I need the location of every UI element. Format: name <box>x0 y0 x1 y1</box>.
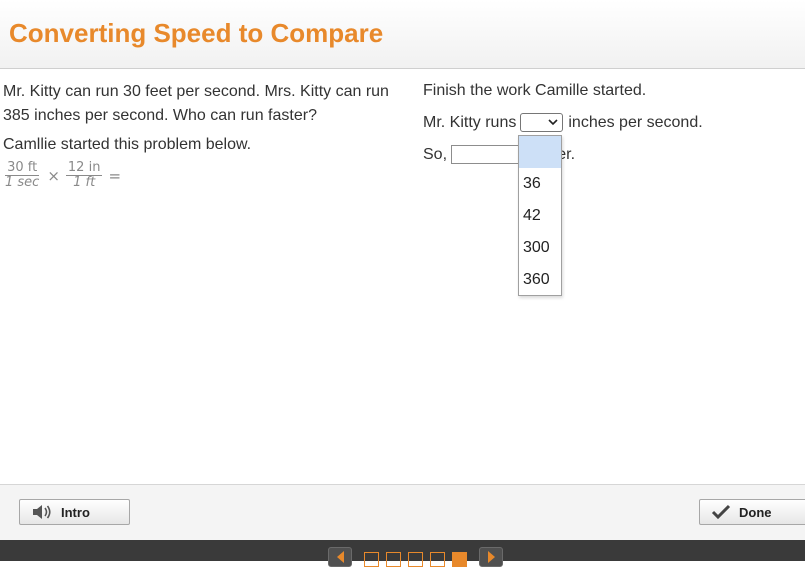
checkmark-icon <box>711 504 731 520</box>
line1-suffix: inches per second. <box>568 113 703 131</box>
times-sign: × <box>47 166 60 185</box>
intro-label: Intro <box>61 504 90 520</box>
dropdown-option[interactable]: 36 <box>519 168 561 200</box>
fraction-feet-per-second: 30 ft 1 sec <box>3 161 41 190</box>
footer-toolbar: Intro Done <box>0 484 805 541</box>
fraction-denominator: 1 ft <box>73 175 96 190</box>
page-indicator[interactable] <box>386 552 401 567</box>
header: Converting Speed to Compare <box>0 0 805 69</box>
problem-text: Mr. Kitty can run 30 feet per second. Mr… <box>3 83 389 124</box>
instruction-text: Finish the work Camille started. <box>423 82 647 99</box>
started-text: Camllie started this problem below. <box>3 136 252 153</box>
page-indicator[interactable] <box>364 552 379 567</box>
page-title: Converting Speed to Compare <box>9 18 384 48</box>
done-label: Done <box>739 504 772 520</box>
dropdown-option[interactable]: 300 <box>519 232 561 264</box>
line2-label: So, <box>423 145 448 163</box>
arrow-left-icon <box>337 551 344 563</box>
speaker-icon <box>31 503 53 521</box>
next-page-button[interactable] <box>479 547 503 567</box>
fraction-denominator: 1 sec <box>5 175 40 190</box>
answer-line-1: Mr. Kitty runs inches per second. <box>423 113 703 132</box>
fraction-numerator: 12 in <box>65 160 103 176</box>
answer-input[interactable] <box>451 145 520 164</box>
problem-panel: Mr. Kitty can run 30 feet per second. Mr… <box>3 80 398 190</box>
page-indicator[interactable] <box>430 552 445 567</box>
work-panel: Finish the work Camille started. Mr. Kit… <box>423 80 803 164</box>
chevron-down-icon <box>548 117 558 129</box>
equals-sign: = <box>108 166 122 185</box>
inches-select[interactable] <box>520 113 564 132</box>
dropdown-option[interactable]: 360 <box>519 264 561 296</box>
dropdown-option[interactable]: 42 <box>519 200 561 232</box>
fraction-inches-per-foot: 12 in 1 ft <box>65 160 103 190</box>
fraction-numerator: 30 ft <box>5 160 40 176</box>
line1-label: Mr. Kitty runs <box>423 113 517 131</box>
select-dropdown-list[interactable]: 36 42 300 360 <box>518 135 562 296</box>
pager-bar <box>0 540 805 567</box>
page-indicator-current[interactable] <box>452 552 467 567</box>
dropdown-option-blank[interactable] <box>519 136 561 168</box>
arrow-right-icon <box>488 551 495 563</box>
intro-button[interactable]: Intro <box>19 499 130 525</box>
conversion-expression: 30 ft 1 sec × 12 in 1 ft = <box>3 161 398 190</box>
done-button[interactable]: Done <box>699 499 805 525</box>
previous-page-button[interactable] <box>328 547 352 567</box>
page-indicator[interactable] <box>408 552 423 567</box>
